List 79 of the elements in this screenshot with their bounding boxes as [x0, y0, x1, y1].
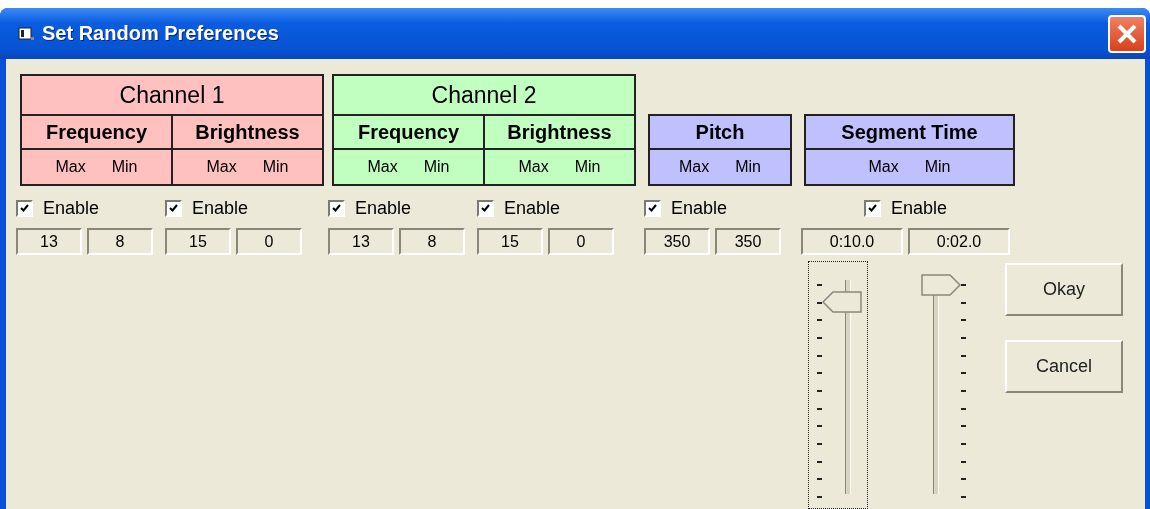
- max-field[interactable]: 0:10.0: [801, 228, 903, 255]
- tick-mark: [817, 372, 822, 375]
- tick-mark: [961, 496, 966, 498]
- tick-mark: [961, 372, 966, 375]
- enable-checkbox[interactable]: Enable: [16, 196, 100, 220]
- tick-mark: [817, 284, 822, 286]
- max-label: Max: [679, 158, 710, 176]
- tick-mark: [817, 301, 822, 304]
- max-field[interactable]: 13: [328, 228, 394, 255]
- checkmark-icon: [20, 204, 29, 212]
- tick-mark: [961, 284, 966, 286]
- tick-mark: [817, 443, 822, 445]
- tick-mark: [961, 354, 966, 357]
- slider-thumb[interactable]: [921, 274, 961, 296]
- tick-mark: [817, 425, 822, 428]
- min-label: Min: [423, 158, 450, 176]
- tick-mark: [961, 337, 966, 339]
- tick-mark: [961, 425, 966, 428]
- close-icon: [1116, 22, 1138, 45]
- vertical-slider[interactable]: [808, 261, 868, 509]
- enable-checkbox[interactable]: Enable: [477, 196, 561, 220]
- column-heading: Brightness: [173, 116, 322, 150]
- tick-mark: [961, 407, 966, 410]
- tick-mark: [961, 301, 966, 304]
- max-label: Max: [55, 158, 86, 176]
- tick-mark: [817, 354, 822, 357]
- max-label: Max: [206, 158, 237, 176]
- column-heading: Segment Time: [806, 116, 1013, 150]
- tick-mark: [817, 407, 822, 410]
- column-heading: Brightness: [485, 116, 634, 150]
- checkmark-icon: [867, 204, 877, 212]
- checkmark-icon: [332, 204, 341, 212]
- tick-mark: [817, 337, 822, 339]
- tick-mark: [961, 460, 966, 463]
- min-label: Min: [924, 158, 951, 176]
- max-label: Max: [868, 158, 899, 176]
- min-field[interactable]: 0: [548, 228, 614, 255]
- min-field[interactable]: 8: [87, 228, 153, 255]
- okay-button[interactable]: Okay: [1005, 263, 1123, 316]
- tick-mark: [961, 478, 966, 481]
- section-title: Channel 1: [22, 76, 322, 116]
- min-label: Min: [262, 158, 289, 176]
- min-field[interactable]: 8: [399, 228, 465, 255]
- enable-checkbox[interactable]: Enable: [328, 196, 412, 220]
- checkmark-icon: [648, 204, 657, 212]
- enable-checkbox[interactable]: Enable: [165, 196, 249, 220]
- tick-mark: [961, 443, 966, 445]
- max-label: Max: [518, 158, 549, 176]
- max-field[interactable]: 15: [165, 228, 231, 255]
- tick-mark: [817, 460, 822, 463]
- column-heading: Pitch: [650, 116, 790, 150]
- tick-mark: [817, 478, 822, 481]
- max-label: Max: [367, 158, 398, 176]
- slider-thumb[interactable]: [822, 290, 862, 313]
- tick-mark: [961, 390, 966, 392]
- max-field[interactable]: 13: [16, 228, 82, 255]
- tick-mark: [817, 390, 822, 392]
- column-heading: Frequency: [334, 116, 483, 150]
- tick-mark: [817, 496, 822, 498]
- min-field[interactable]: 0:02.0: [908, 228, 1010, 255]
- tick-mark: [961, 319, 966, 322]
- enable-checkbox[interactable]: Enable: [863, 196, 948, 220]
- min-label: Min: [111, 158, 138, 176]
- enable-checkbox[interactable]: Enable: [644, 196, 728, 220]
- min-field[interactable]: 0: [236, 228, 302, 255]
- min-field[interactable]: 350: [715, 228, 781, 255]
- tick-mark: [817, 319, 822, 322]
- cancel-button[interactable]: Cancel: [1005, 340, 1123, 393]
- column-heading: Frequency: [22, 116, 171, 150]
- close-button[interactable]: [1108, 14, 1146, 53]
- checkmark-icon: [481, 204, 490, 212]
- max-field[interactable]: 15: [477, 228, 543, 255]
- min-label: Min: [735, 158, 761, 176]
- max-field[interactable]: 350: [644, 228, 710, 255]
- min-label: Min: [574, 158, 601, 176]
- section-title: Channel 2: [334, 76, 634, 116]
- window-icon: [18, 26, 34, 41]
- checkmark-icon: [169, 204, 178, 212]
- window-title: Set Random Preferences: [42, 22, 280, 45]
